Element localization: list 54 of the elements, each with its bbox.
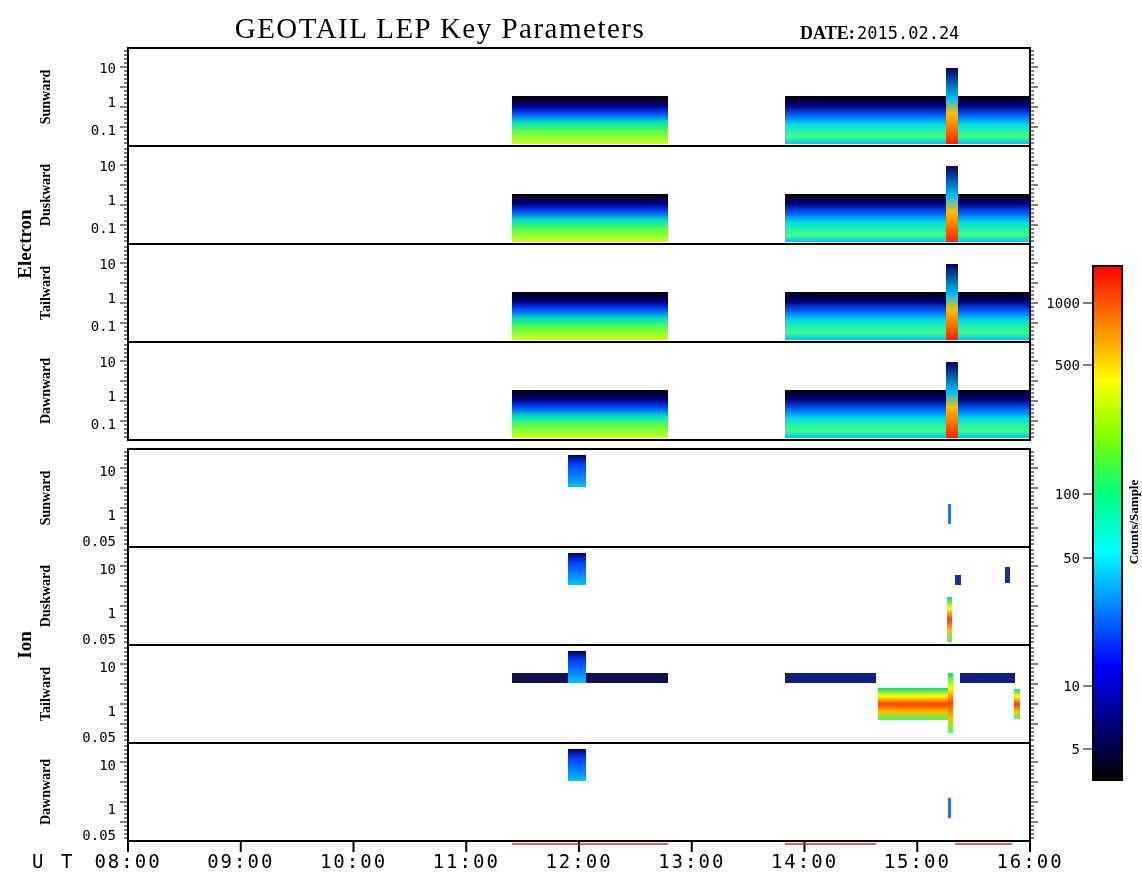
- colorbar-tick-label: 10: [1063, 678, 1080, 694]
- group-label: Electron: [14, 209, 35, 279]
- date-value: 2015.02.24: [857, 23, 960, 43]
- panel-label: Dawnward: [38, 357, 53, 425]
- panel-label: Tailward: [38, 667, 53, 721]
- y-tick-label: 0.05: [82, 729, 116, 745]
- colorbar-tick-label: 100: [1054, 486, 1080, 502]
- y-tick-label: 0.05: [82, 827, 116, 843]
- time-tick-label: 16:00: [996, 850, 1064, 872]
- colorbar-tick-label: 5: [1071, 741, 1080, 757]
- date-label: DATE:: [800, 23, 855, 43]
- time-axis-label: U T: [32, 850, 76, 872]
- plot-title: GEOTAIL LEP Key Parameters: [234, 12, 646, 44]
- y-tick-label: 1: [107, 605, 116, 621]
- y-tick-label: 1: [107, 94, 116, 110]
- y-tick-label: 0.05: [82, 533, 116, 549]
- y-tick-label: 10: [99, 659, 116, 675]
- y-tick-label: 0.1: [90, 122, 116, 138]
- y-tick-label: 0.1: [90, 318, 116, 334]
- time-tick-label: 14:00: [770, 850, 839, 872]
- y-tick-label: 10: [99, 757, 116, 773]
- y-tick-label: 0.1: [90, 416, 116, 432]
- y-tick-label: 10: [99, 561, 116, 577]
- y-tick-label: 1: [107, 801, 116, 817]
- time-tick-label: 13:00: [658, 850, 726, 872]
- time-tick-label: 08:00: [94, 850, 162, 872]
- panel-label: Sunward: [38, 470, 53, 526]
- panel-label: Sunward: [38, 69, 53, 125]
- colorbar-tick-label: 500: [1054, 357, 1080, 373]
- y-tick-label: 0.1: [90, 220, 116, 236]
- y-tick-label: 1: [107, 192, 116, 208]
- panel-label: Duskward: [38, 564, 53, 628]
- colorbar-tick-label: 50: [1063, 550, 1080, 566]
- panel-label: Tailward: [38, 266, 53, 320]
- time-tick-label: 09:00: [207, 850, 275, 872]
- y-tick-label: 10: [99, 158, 116, 174]
- y-tick-label: 10: [99, 256, 116, 272]
- y-tick-label: 10: [99, 463, 116, 479]
- y-tick-label: 10: [99, 60, 116, 76]
- group-label: Ion: [14, 631, 35, 659]
- y-tick-label: 1: [107, 703, 116, 719]
- time-tick-label: 12:00: [545, 850, 613, 872]
- y-tick-label: 10: [99, 354, 116, 370]
- y-tick-label: 0.05: [82, 631, 116, 647]
- colorbar-label: Counts/Sample: [1126, 479, 1141, 565]
- time-tick-label: 10:00: [319, 850, 388, 872]
- y-tick-label: 1: [107, 507, 116, 523]
- panel-label: Duskward: [38, 163, 53, 227]
- y-tick-label: 1: [107, 388, 116, 404]
- panel-label: Dawnward: [38, 758, 53, 826]
- y-tick-label: 1: [107, 290, 116, 306]
- time-tick-label: 11:00: [432, 850, 500, 872]
- colorbar-tick-label: 1000: [1046, 295, 1080, 311]
- time-tick-label: 15:00: [883, 850, 951, 872]
